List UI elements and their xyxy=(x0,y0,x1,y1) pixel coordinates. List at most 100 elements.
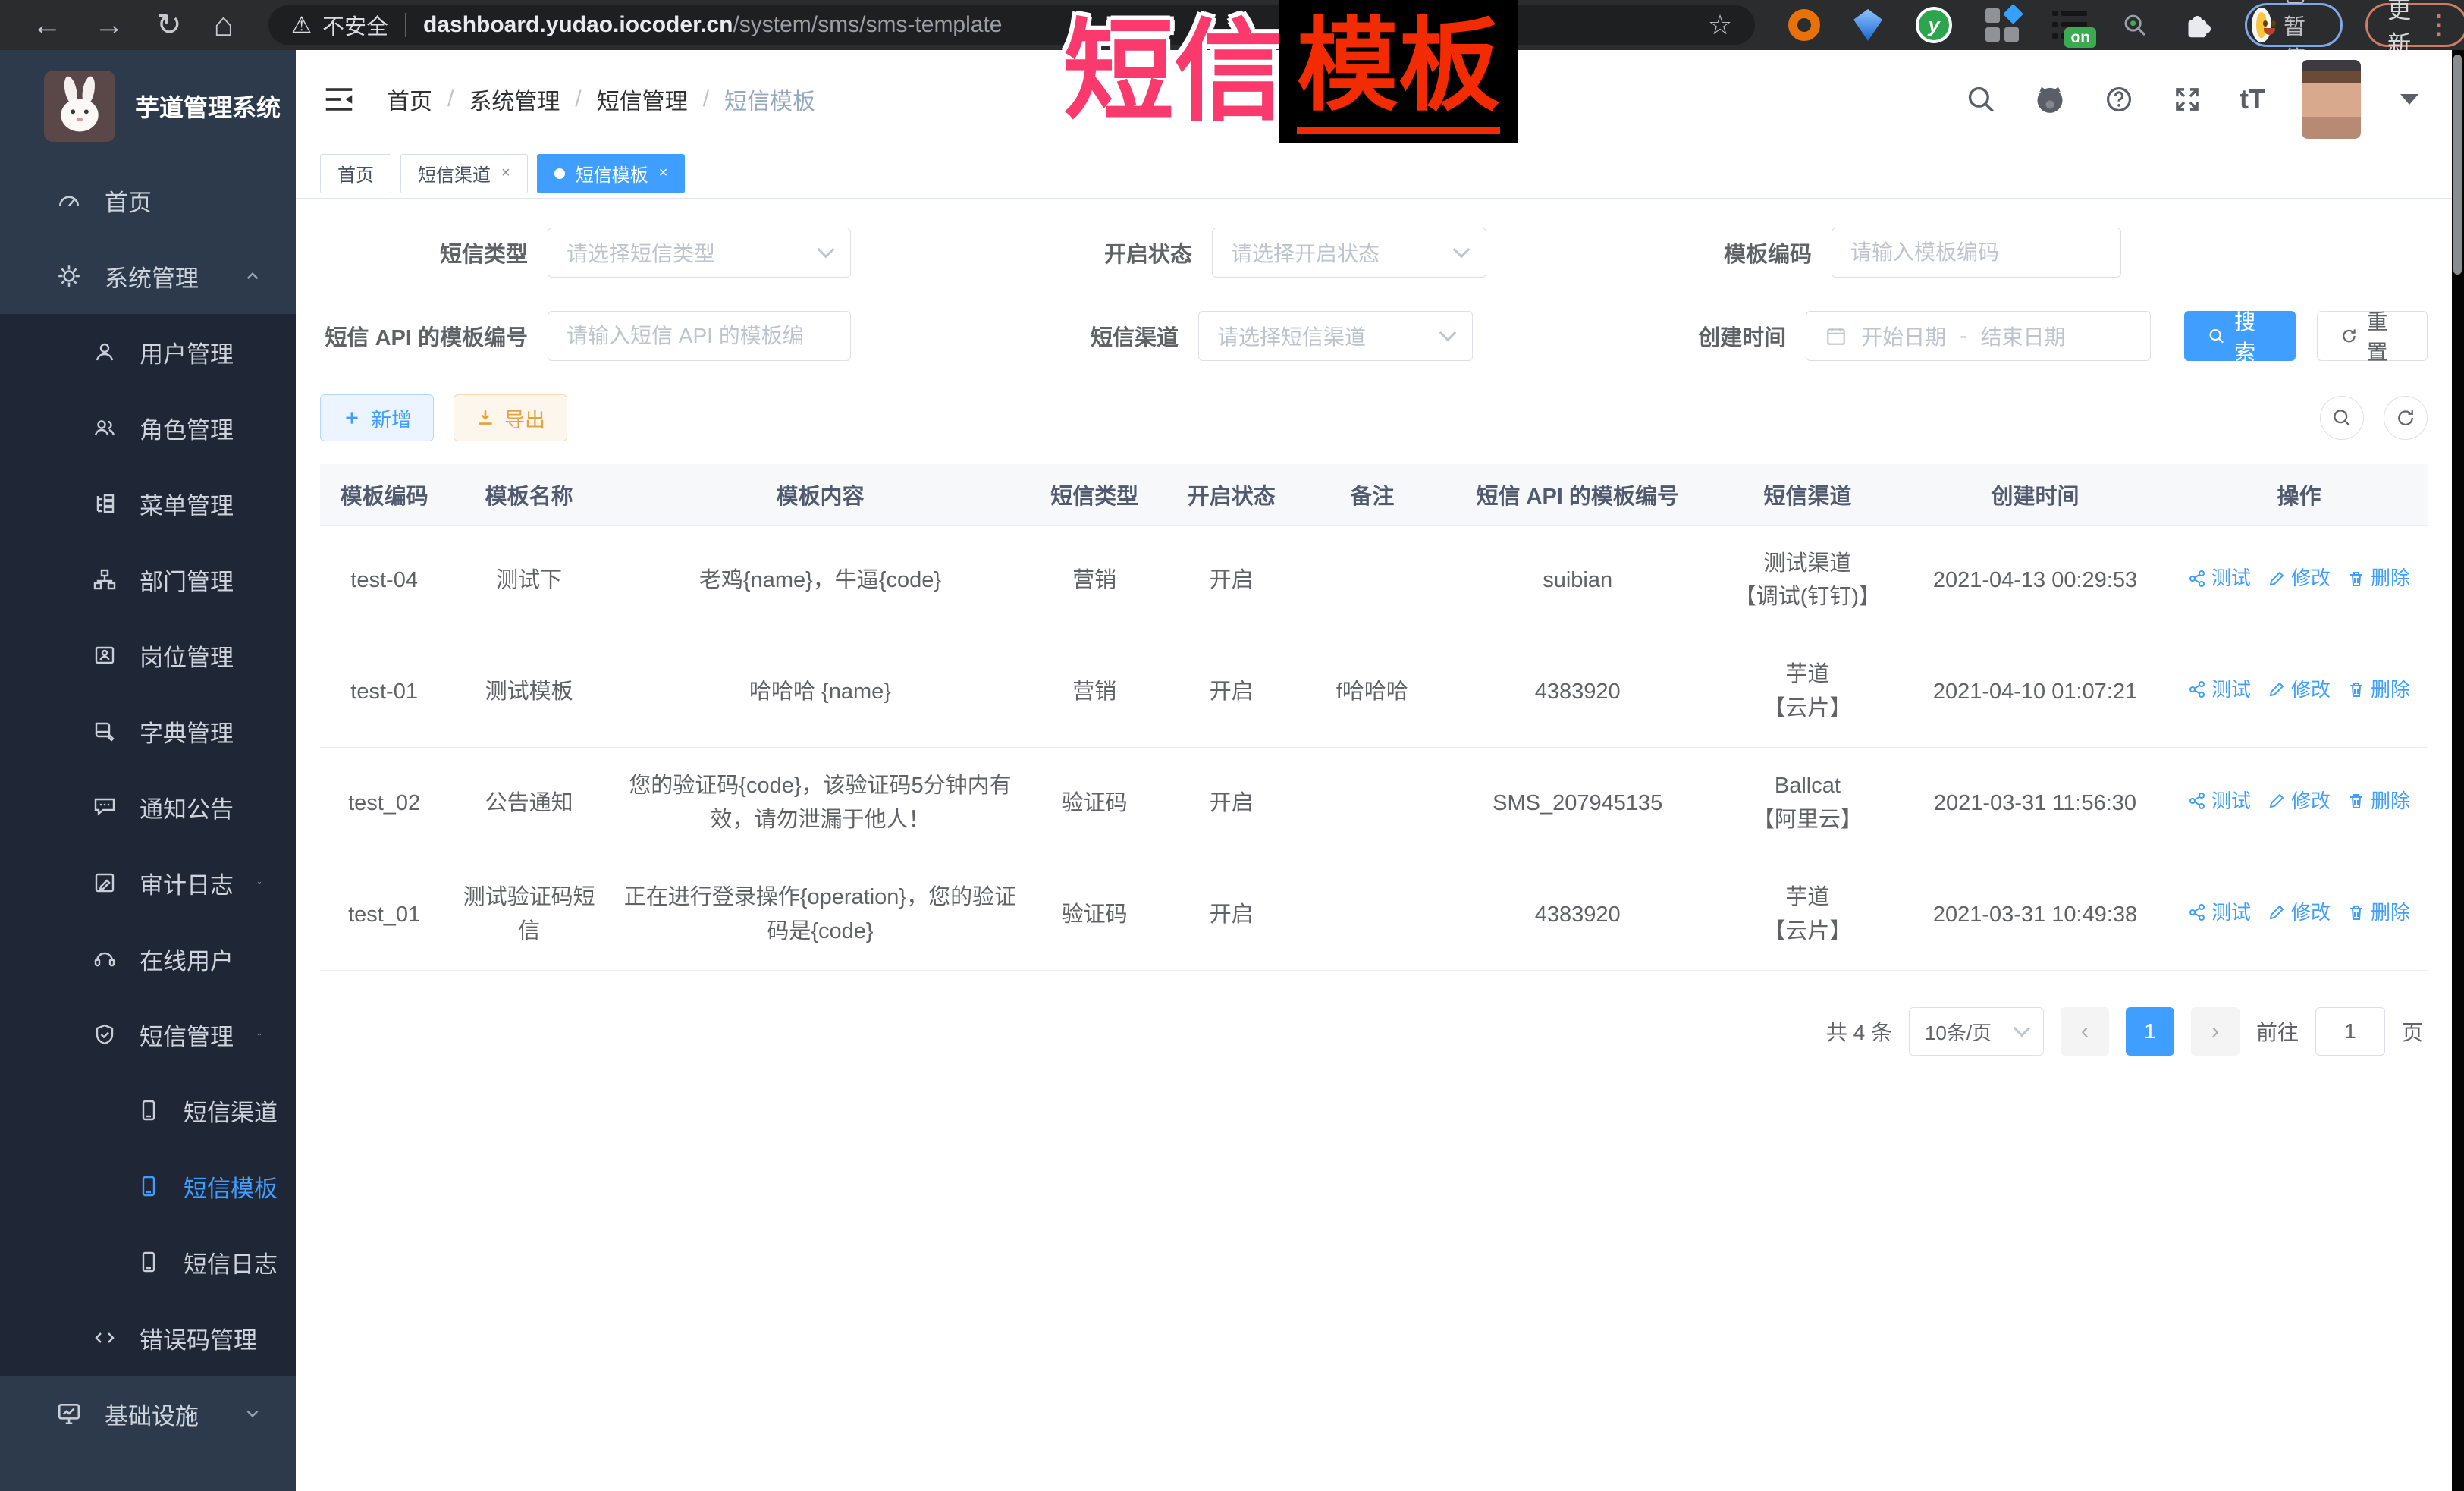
pen-icon xyxy=(2268,903,2286,921)
sidebar-item-sms[interactable]: 短信管理 xyxy=(0,997,296,1072)
extension-list-icon[interactable]: on xyxy=(2052,10,2087,40)
edit-link[interactable]: 修改 xyxy=(2268,897,2331,928)
browser-update-button[interactable]: 更新 ⋮ xyxy=(2365,3,2464,47)
tab-close-icon[interactable]: × xyxy=(501,165,510,182)
browser-home-icon[interactable]: ⌂ xyxy=(214,8,234,42)
sidebar-item-infrastructure[interactable]: 基础设施 xyxy=(0,1376,296,1452)
breadcrumb-separator: / xyxy=(575,86,581,112)
edit-link[interactable]: 修改 xyxy=(2268,674,2331,705)
browser-back-icon[interactable]: ← xyxy=(32,10,62,40)
browser-forward-icon[interactable]: → xyxy=(94,10,124,40)
test-link[interactable]: 测试 xyxy=(2188,563,2251,593)
sidebar-item-sms-log[interactable]: 短信日志 xyxy=(0,1224,296,1300)
channel-tag: 【云片】 xyxy=(1725,692,1891,726)
search-button[interactable]: 搜索 xyxy=(2184,311,2295,361)
sms-template-table: 模板编码 模板名称 模板内容 短信类型 开启状态 备注 短信 API 的模板编号… xyxy=(320,464,2428,971)
edit-link[interactable]: 修改 xyxy=(2268,786,2331,816)
tab-close-icon[interactable]: × xyxy=(659,165,668,182)
sidebar-fold-icon[interactable] xyxy=(322,82,356,117)
test-link[interactable]: 测试 xyxy=(2188,897,2251,928)
sidebar-item-departments[interactable]: 部门管理 xyxy=(0,541,296,617)
delete-link[interactable]: 删除 xyxy=(2347,786,2410,816)
sidebar-item-sms-channel[interactable]: 短信渠道 xyxy=(0,1072,296,1148)
prev-page-button[interactable]: ‹ xyxy=(2061,1007,2109,1056)
page-scrollbar[interactable] xyxy=(2452,50,2464,1491)
sidebar-item-notices[interactable]: 通知公告 xyxy=(0,769,296,845)
browser-menu-dots-icon[interactable]: ⋮ xyxy=(2426,10,2452,40)
extension-donut-icon[interactable] xyxy=(1788,9,1820,41)
test-link[interactable]: 测试 xyxy=(2188,674,2251,705)
address-bar[interactable]: ⚠ 不安全 dashboard.yudao.iocoder.cn /system… xyxy=(268,5,1755,45)
sidebar-item-error-codes[interactable]: 错误码管理 xyxy=(0,1300,296,1376)
cell-remark xyxy=(1304,859,1439,971)
search-icon[interactable] xyxy=(1965,83,1997,115)
extensions-puzzle-icon[interactable] xyxy=(2183,10,2213,40)
status-select[interactable]: 请选择开启状态 xyxy=(1212,228,1486,278)
delete-link[interactable]: 删除 xyxy=(2347,897,2410,928)
delete-link[interactable]: 删除 xyxy=(2347,563,2410,593)
sidebar-item-audit-log[interactable]: 审计日志 xyxy=(0,845,296,921)
cell-remark xyxy=(1304,748,1439,859)
date-end-placeholder: 结束日期 xyxy=(1981,321,2066,351)
sidebar-item-roles[interactable]: 角色管理 xyxy=(0,390,296,466)
extension-y-icon[interactable]: y xyxy=(1916,7,1952,43)
fullscreen-icon[interactable] xyxy=(2171,83,2203,115)
cell-content: 正在进行登录操作{operation}，您的验证码是{code} xyxy=(610,859,1031,971)
export-button[interactable]: 导出 xyxy=(454,394,567,441)
cell-name: 测试验证码短信 xyxy=(448,859,610,971)
font-size-icon[interactable]: tT xyxy=(2240,83,2265,115)
reset-button[interactable]: 重置 xyxy=(2317,311,2428,361)
goto-page-input[interactable] xyxy=(2315,1007,2385,1056)
sidebar-item-home[interactable]: 首页 xyxy=(0,162,296,238)
browser-reload-icon[interactable]: ↻ xyxy=(156,10,182,40)
profile-paused-pill[interactable]: 已暂停 xyxy=(2245,3,2343,47)
cell-actions: 测试修改删除 xyxy=(2171,859,2428,971)
help-icon[interactable] xyxy=(2103,83,2135,115)
delete-link[interactable]: 删除 xyxy=(2347,674,2410,705)
sidebar-item-posts[interactable]: 岗位管理 xyxy=(0,617,296,693)
channel-select[interactable]: 请选择短信渠道 xyxy=(1198,311,1473,361)
cell-type: 营销 xyxy=(1031,636,1158,748)
user-avatar[interactable] xyxy=(2302,60,2361,139)
breadcrumb-sms[interactable]: 短信管理 xyxy=(597,83,688,116)
refresh-table-button[interactable] xyxy=(2384,396,2428,440)
sms-type-select[interactable]: 请选择短信类型 xyxy=(548,228,851,278)
sidebar-item-menus[interactable]: 菜单管理 xyxy=(0,466,296,541)
shield-check-icon xyxy=(93,1022,117,1047)
breadcrumb-home[interactable]: 首页 xyxy=(387,83,432,116)
user-menu-caret-icon[interactable] xyxy=(2400,94,2418,105)
extension-gem-icon[interactable] xyxy=(1853,9,1882,41)
extension-magnifier-icon[interactable] xyxy=(2120,11,2149,39)
download-icon xyxy=(476,408,495,428)
date-range-picker[interactable]: 开始日期 - 结束日期 xyxy=(1806,311,2151,361)
github-icon[interactable] xyxy=(2033,83,2067,116)
sidebar-item-system[interactable]: 系统管理 xyxy=(0,238,296,314)
extension-grid-icon[interactable] xyxy=(1985,8,2019,42)
page-size-select[interactable]: 10条/页 xyxy=(1909,1007,2044,1056)
table-header-row: 模板编码 模板名称 模板内容 短信类型 开启状态 备注 短信 API 的模板编号… xyxy=(320,464,2428,525)
tab-sms-template[interactable]: 短信模板 × xyxy=(537,154,686,193)
bookmark-star-icon[interactable]: ☆ xyxy=(1708,9,1732,41)
active-tab-dot xyxy=(554,168,565,179)
sidebar-item-sms-template[interactable]: 短信模板 xyxy=(0,1148,296,1224)
api-template-id-input[interactable] xyxy=(548,312,850,360)
page-number-1[interactable]: 1 xyxy=(2126,1007,2174,1056)
tab-home[interactable]: 首页 xyxy=(320,154,391,193)
next-page-button[interactable]: › xyxy=(2191,1007,2240,1056)
app-title: 芋道管理系统 xyxy=(135,89,281,124)
add-button[interactable]: 新增 xyxy=(320,394,434,441)
toggle-search-button[interactable] xyxy=(2320,396,2364,440)
cell-status: 开启 xyxy=(1158,525,1304,636)
tab-sms-channel[interactable]: 短信渠道 × xyxy=(400,154,528,193)
cell-actions: 测试修改删除 xyxy=(2171,525,2428,636)
template-code-input[interactable] xyxy=(1832,228,2120,277)
sidebar-item-online-users[interactable]: 在线用户 xyxy=(0,921,296,997)
sidebar-item-users[interactable]: 用户管理 xyxy=(0,314,296,390)
col-template-code: 模板编码 xyxy=(320,464,448,525)
edit-link[interactable]: 修改 xyxy=(2268,563,2331,593)
breadcrumb-system[interactable]: 系统管理 xyxy=(469,83,560,116)
sidebar-item-dict[interactable]: 字典管理 xyxy=(0,693,296,769)
test-link[interactable]: 测试 xyxy=(2188,786,2251,816)
scrollbar-thumb[interactable] xyxy=(2453,55,2462,275)
cell-code: test_02 xyxy=(320,748,448,859)
